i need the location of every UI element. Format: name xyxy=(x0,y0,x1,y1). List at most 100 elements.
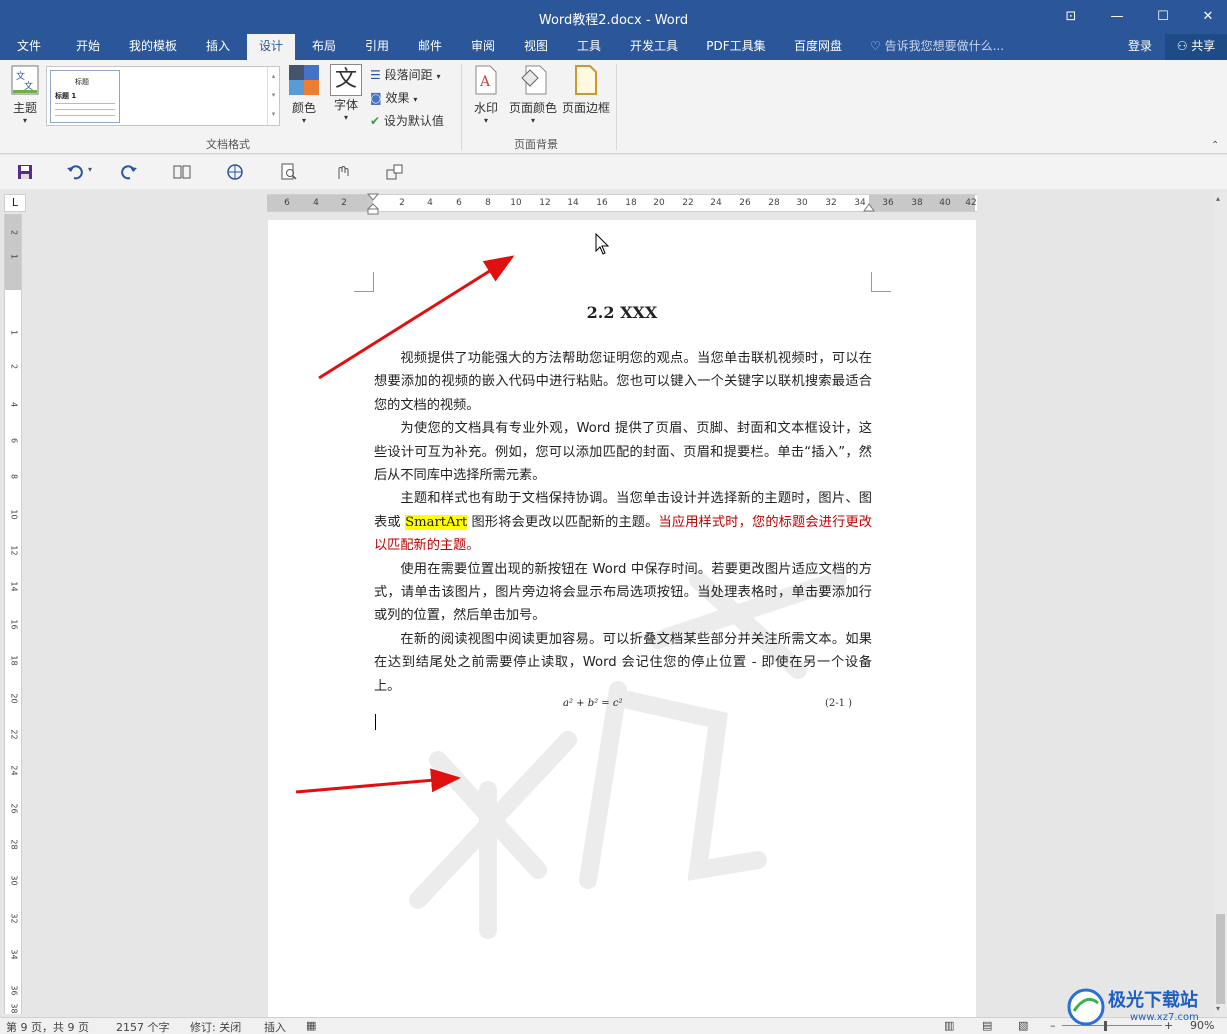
tab-selector[interactable]: L xyxy=(4,194,26,212)
tab-baidu-netdisk[interactable]: 百度网盘 xyxy=(784,34,852,60)
paragraph[interactable]: 视频提供了功能强大的方法帮助您证明您的观点。当您单击联机视频时，可以在想要添加的… xyxy=(374,347,872,417)
close-button[interactable]: ✕ xyxy=(1193,6,1223,28)
customize-icon[interactable] xyxy=(386,163,404,181)
tab-design[interactable]: 设计 xyxy=(247,34,295,60)
zoom-out-button[interactable]: – xyxy=(1050,1019,1056,1032)
tab-file[interactable]: 文件 xyxy=(6,34,52,60)
equation[interactable]: a² + b² = c² xyxy=(563,698,622,709)
ruler-tick: 28 xyxy=(768,198,780,208)
chevron-down-icon[interactable]: ▾ xyxy=(88,165,92,174)
fonts-button[interactable]: 文 字体 ▾ xyxy=(328,64,364,122)
print-preview-icon[interactable] xyxy=(280,163,298,181)
collapse-ribbon-icon[interactable]: ⌃ xyxy=(1211,140,1219,151)
section-heading[interactable]: 2.2 XXX xyxy=(268,303,976,322)
vertical-scrollbar[interactable]: ▴ ▾ xyxy=(1214,192,1227,1017)
print-layout-view-icon[interactable]: ▤ xyxy=(982,1019,992,1032)
paragraph[interactable]: 在新的阅读视图中阅读更加容易。可以折叠文档某些部分并关注所需文本。如果在达到结尾… xyxy=(374,628,872,698)
login-button[interactable]: 登录 xyxy=(1128,34,1152,58)
indent-marker-icon[interactable] xyxy=(367,193,379,215)
ruler-tick: 28 xyxy=(9,839,19,850)
tab-my-templates[interactable]: 我的模板 xyxy=(120,34,186,60)
read-mode-icon[interactable] xyxy=(173,163,191,181)
set-as-default-button[interactable]: ✔ 设为默认值 xyxy=(370,112,444,129)
paragraph[interactable]: 为使您的文档具有专业外观，Word 提供了页眉、页脚、封面和文本框设计，这些设计… xyxy=(374,417,872,487)
ruler-tick: 10 xyxy=(510,198,522,208)
page-color-button[interactable]: 页面颜色 ▾ xyxy=(508,64,558,125)
redo-icon[interactable] xyxy=(120,163,138,181)
page-border-icon xyxy=(575,65,597,95)
tab-view[interactable]: 视图 xyxy=(512,34,560,60)
ruler-tick: 30 xyxy=(9,875,19,886)
title-bar: Word教程2.docx - Word ⊡ — ☐ ✕ xyxy=(0,0,1227,34)
chevron-down-icon: ▾ xyxy=(483,116,488,125)
effects-button[interactable]: ◙ 效果 ▾ xyxy=(370,89,417,106)
horizontal-ruler[interactable]: 6 4 2 2 4 6 8 10 12 14 16 18 20 22 24 26… xyxy=(267,193,977,215)
ruler-tick: 20 xyxy=(653,198,665,208)
svg-text:A: A xyxy=(479,74,491,90)
group-label-page-background: 页面背景 xyxy=(514,138,558,151)
site-watermark-logo: 极光下载站 www.xz7.com xyxy=(1062,984,1222,1030)
watermark-icon: A xyxy=(475,65,497,95)
ruler-tick: 16 xyxy=(596,198,608,208)
right-indent-marker-icon[interactable] xyxy=(863,203,875,213)
web-layout-view-icon[interactable]: ▧ xyxy=(1018,1019,1028,1032)
tell-me-box[interactable]: ♡ 告诉我您想要做什么... xyxy=(870,34,1004,60)
maximize-button[interactable]: ☐ xyxy=(1148,6,1178,28)
gallery-scroll[interactable]: ▴ ▾ ▾ xyxy=(267,67,279,125)
minimize-button[interactable]: — xyxy=(1102,6,1132,28)
ruler-tick: 36 xyxy=(9,985,19,996)
site-logo-text: 极光下载站 xyxy=(1108,990,1198,1011)
tab-home[interactable]: 开始 xyxy=(64,34,112,60)
ruler-tick: 8 xyxy=(9,473,19,480)
document-body[interactable]: 视频提供了功能强大的方法帮助您证明您的观点。当您单击联机视频时，可以在想要添加的… xyxy=(374,347,872,698)
ruler-tick: 42 xyxy=(965,198,977,208)
paragraph[interactable]: 使用在需要位置出现的新按钮在 Word 中保存时间。若要更改图片适应文档的方式，… xyxy=(374,558,872,628)
colors-button[interactable]: 颜色 ▾ xyxy=(286,64,322,125)
touch-mode-icon[interactable] xyxy=(333,163,351,181)
watermark-button[interactable]: A 水印 ▾ xyxy=(468,64,504,125)
themes-button[interactable]: 文 文 主题 ▾ xyxy=(6,64,44,125)
ruler-tick: 2 xyxy=(9,363,19,370)
tab-pdf-tools[interactable]: PDF工具集 xyxy=(698,34,774,60)
ruler-tick: 22 xyxy=(682,198,694,208)
web-layout-icon[interactable] xyxy=(226,163,244,181)
paragraph-spacing-button[interactable]: ☰ 段落间距 ▾ xyxy=(370,66,440,83)
tab-references[interactable]: 引用 xyxy=(353,34,401,60)
person-icon: ⚇ xyxy=(1176,39,1188,53)
document-page[interactable]: 2.2 XXX 视频提供了功能强大的方法帮助您证明您的观点。当您单击联机视频时，… xyxy=(268,220,976,1020)
save-icon[interactable] xyxy=(16,163,34,181)
ruler-tick: 20 xyxy=(9,693,19,704)
ribbon-display-options-button[interactable]: ⊡ xyxy=(1056,6,1086,28)
style-set-gallery[interactable]: 标题 标题 1 ▴ ▾ ▾ xyxy=(46,66,280,126)
macro-icon[interactable]: ▦ xyxy=(306,1019,316,1032)
paragraph[interactable]: 主题和样式也有助于文档保持协调。当您单击设计并选择新的主题时，图片、图表或 Sm… xyxy=(374,487,872,557)
tab-tools[interactable]: 工具 xyxy=(565,34,613,60)
ruler-tick: 22 xyxy=(9,729,19,740)
style-set-thumbnail[interactable]: 标题 标题 1 xyxy=(50,70,120,123)
themes-label: 主题 xyxy=(12,101,37,115)
read-mode-view-icon[interactable]: ▥ xyxy=(944,1019,954,1032)
scroll-up-icon[interactable]: ▴ xyxy=(1216,194,1220,203)
palette-icon xyxy=(289,65,319,95)
effects-label: 效果 xyxy=(385,91,410,105)
undo-icon[interactable] xyxy=(66,163,84,181)
insert-mode-status[interactable]: 插入 xyxy=(264,1019,286,1034)
page-borders-button[interactable]: 页面边框 xyxy=(560,64,612,116)
ruler-tick: 1 xyxy=(9,253,19,260)
word-count[interactable]: 2157 个字 xyxy=(116,1019,170,1034)
share-button[interactable]: ⚇ 共享 xyxy=(1165,34,1227,60)
track-changes-status[interactable]: 修订: 关闭 xyxy=(190,1019,241,1034)
tab-layout[interactable]: 布局 xyxy=(300,34,348,60)
status-bar: 第 9 页，共 9 页 2157 个字 修订: 关闭 插入 ▦ ▥ ▤ ▧ – … xyxy=(0,1017,1227,1034)
crop-mark xyxy=(354,272,374,292)
page-count[interactable]: 第 9 页，共 9 页 xyxy=(6,1019,89,1034)
vertical-ruler[interactable]: 2 1 1 2 4 6 8 10 12 14 16 18 20 22 24 26… xyxy=(4,214,22,1014)
paint-bucket-icon xyxy=(521,65,547,95)
tab-review[interactable]: 审阅 xyxy=(459,34,507,60)
tab-insert[interactable]: 插入 xyxy=(194,34,242,60)
ruler-tick: 4 xyxy=(9,401,19,408)
tab-mailings[interactable]: 邮件 xyxy=(406,34,454,60)
chevron-down-icon: ▾ xyxy=(301,116,306,125)
ruler-tick: 2 xyxy=(399,198,405,208)
tab-developer[interactable]: 开发工具 xyxy=(620,34,688,60)
